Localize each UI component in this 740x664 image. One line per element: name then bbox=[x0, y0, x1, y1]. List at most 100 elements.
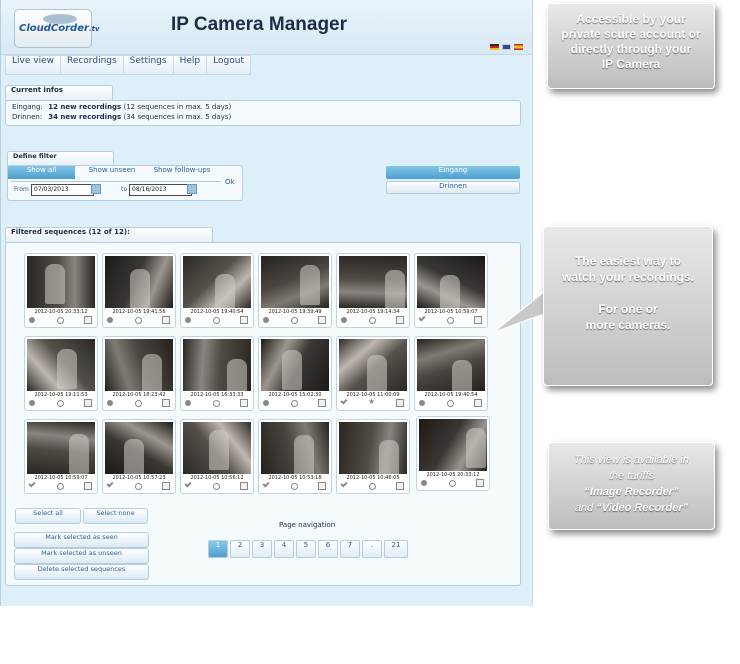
camera-snapshot[interactable] bbox=[183, 256, 251, 308]
select-checkbox[interactable] bbox=[318, 482, 326, 490]
select-checkbox[interactable] bbox=[240, 399, 248, 407]
follow-up-circle-icon[interactable] bbox=[135, 400, 142, 407]
unseen-dot-icon[interactable] bbox=[419, 400, 425, 406]
select-checkbox[interactable] bbox=[474, 399, 482, 407]
camera-snapshot[interactable] bbox=[183, 422, 251, 474]
follow-up-circle-icon[interactable] bbox=[291, 400, 298, 407]
select-checkbox[interactable] bbox=[84, 316, 92, 324]
unseen-dot-icon[interactable] bbox=[107, 400, 113, 406]
delete-selected-button[interactable]: Delete selected sequences bbox=[14, 564, 149, 580]
sequence-thumbnail[interactable]: 2012-10-05 19:40:54 bbox=[180, 253, 254, 328]
follow-up-circle-icon[interactable] bbox=[213, 483, 220, 490]
sequence-thumbnail[interactable]: 2012-10-05 20:33:12 bbox=[416, 416, 490, 491]
unseen-dot-icon[interactable] bbox=[29, 317, 35, 323]
cloudcorder-logo[interactable]: CloudCorder.tv bbox=[14, 9, 100, 48]
follow-up-circle-icon[interactable] bbox=[57, 400, 64, 407]
sequence-thumbnail[interactable]: 2012-10-05 16:33:33 bbox=[180, 336, 254, 411]
sequence-thumbnail[interactable]: 2012-10-05 10:59:07 bbox=[24, 419, 98, 494]
unseen-dot-icon[interactable] bbox=[185, 317, 191, 323]
select-checkbox[interactable] bbox=[476, 479, 484, 487]
page-button-2[interactable]: 2 bbox=[230, 540, 250, 558]
follow-up-circle-icon[interactable] bbox=[447, 400, 454, 407]
sequence-thumbnail[interactable]: 2012-10-05 11:00:09 ★ bbox=[336, 336, 410, 411]
follow-up-circle-icon[interactable] bbox=[57, 317, 64, 324]
camera-snapshot[interactable] bbox=[419, 419, 487, 471]
unseen-dot-icon[interactable] bbox=[341, 317, 347, 323]
follow-up-circle-icon[interactable] bbox=[369, 317, 376, 324]
mark-unseen-button[interactable]: Mark selected as unseen bbox=[14, 548, 149, 564]
mark-seen-button[interactable]: Mark selected as seen bbox=[14, 532, 149, 548]
follow-up-circle-icon[interactable] bbox=[213, 317, 220, 324]
tab-show-all[interactable]: Show all bbox=[8, 166, 75, 179]
camera-snapshot[interactable] bbox=[261, 339, 329, 391]
camera-snapshot[interactable] bbox=[27, 422, 95, 474]
flag-es-icon[interactable] bbox=[514, 44, 523, 50]
page-button-3[interactable]: 3 bbox=[252, 540, 272, 558]
select-checkbox[interactable] bbox=[318, 316, 326, 324]
sequence-thumbnail[interactable]: 2012-10-05 10:57:23 bbox=[102, 419, 176, 494]
page-button-21[interactable]: 21 bbox=[384, 540, 408, 558]
follow-up-circle-icon[interactable] bbox=[291, 317, 298, 324]
select-checkbox[interactable] bbox=[84, 482, 92, 490]
seen-check-icon[interactable] bbox=[184, 480, 192, 488]
unseen-dot-icon[interactable] bbox=[29, 400, 35, 406]
follow-up-circle-icon[interactable] bbox=[369, 483, 376, 490]
page-button-4[interactable]: 4 bbox=[274, 540, 294, 558]
select-checkbox[interactable] bbox=[162, 316, 170, 324]
flag-uk-icon[interactable] bbox=[502, 44, 511, 50]
sequence-thumbnail[interactable]: 2012-10-05 19:41:56 bbox=[102, 253, 176, 328]
follow-up-circle-icon[interactable] bbox=[447, 317, 454, 324]
seen-check-icon[interactable] bbox=[262, 480, 270, 488]
sequence-thumbnail[interactable]: 2012-10-05 10:46:05 bbox=[336, 419, 410, 494]
calendar-icon[interactable] bbox=[187, 184, 197, 194]
select-checkbox[interactable] bbox=[318, 399, 326, 407]
from-date-input[interactable]: 07/03/2013 bbox=[31, 184, 94, 196]
select-checkbox[interactable] bbox=[240, 482, 248, 490]
sequence-thumbnail[interactable]: 2012-10-05 10:59:07 bbox=[414, 253, 488, 328]
select-checkbox[interactable] bbox=[396, 316, 404, 324]
sequence-thumbnail[interactable]: 2012-10-05 10:56:12 bbox=[180, 419, 254, 494]
page-button-5[interactable]: 5 bbox=[296, 540, 316, 558]
nav-live-view[interactable]: Live view bbox=[5, 55, 61, 75]
camera-snapshot[interactable] bbox=[417, 256, 485, 308]
nav-settings[interactable]: Settings bbox=[122, 55, 174, 75]
page-button-7[interactable]: 7 bbox=[340, 540, 360, 558]
follow-up-circle-icon[interactable] bbox=[135, 317, 142, 324]
follow-up-circle-icon[interactable] bbox=[135, 483, 142, 490]
seen-check-icon[interactable] bbox=[340, 397, 348, 405]
camera-snapshot[interactable] bbox=[339, 422, 407, 474]
unseen-dot-icon[interactable] bbox=[107, 317, 113, 323]
sequence-thumbnail[interactable]: 2012-10-05 10:53:18 bbox=[258, 419, 332, 494]
camera-snapshot[interactable] bbox=[261, 256, 329, 308]
seen-check-icon[interactable] bbox=[106, 480, 114, 488]
camera-drinnen-button[interactable]: Drinnen bbox=[386, 181, 520, 194]
select-all-button[interactable]: Select all bbox=[15, 508, 81, 524]
seen-check-icon[interactable] bbox=[28, 480, 36, 488]
calendar-icon[interactable] bbox=[91, 184, 101, 194]
page-button-6[interactable]: 6 bbox=[318, 540, 338, 558]
follow-up-circle-icon[interactable] bbox=[57, 483, 64, 490]
camera-snapshot[interactable] bbox=[105, 422, 173, 474]
follow-up-circle-icon[interactable] bbox=[291, 483, 298, 490]
sequence-thumbnail[interactable]: 2012-10-05 20:33:12 bbox=[24, 253, 98, 328]
select-none-button[interactable]: Select none bbox=[83, 508, 148, 524]
sequence-thumbnail[interactable]: 2012-10-05 15:02:30 bbox=[258, 336, 332, 411]
camera-snapshot[interactable] bbox=[417, 339, 485, 391]
unseen-dot-icon[interactable] bbox=[263, 317, 269, 323]
sequence-thumbnail[interactable]: 2012-10-05 19:40:54 bbox=[414, 336, 488, 411]
seen-check-icon[interactable] bbox=[418, 314, 426, 322]
camera-snapshot[interactable] bbox=[183, 339, 251, 391]
sequence-thumbnail[interactable]: 2012-10-05 19:14:34 bbox=[336, 253, 410, 328]
seen-check-icon[interactable] bbox=[340, 480, 348, 488]
camera-snapshot[interactable] bbox=[339, 256, 407, 308]
select-checkbox[interactable] bbox=[162, 482, 170, 490]
camera-snapshot[interactable] bbox=[261, 422, 329, 474]
camera-snapshot[interactable] bbox=[105, 256, 173, 308]
camera-snapshot[interactable] bbox=[105, 339, 173, 391]
nav-help[interactable]: Help bbox=[172, 55, 208, 75]
unseen-dot-icon[interactable] bbox=[185, 400, 191, 406]
tab-show-follow-ups[interactable]: Show follow-ups bbox=[147, 166, 217, 179]
nav-recordings[interactable]: Recordings bbox=[59, 55, 124, 75]
camera-snapshot[interactable] bbox=[27, 339, 95, 391]
follow-up-star-icon[interactable]: ★ bbox=[368, 398, 376, 406]
